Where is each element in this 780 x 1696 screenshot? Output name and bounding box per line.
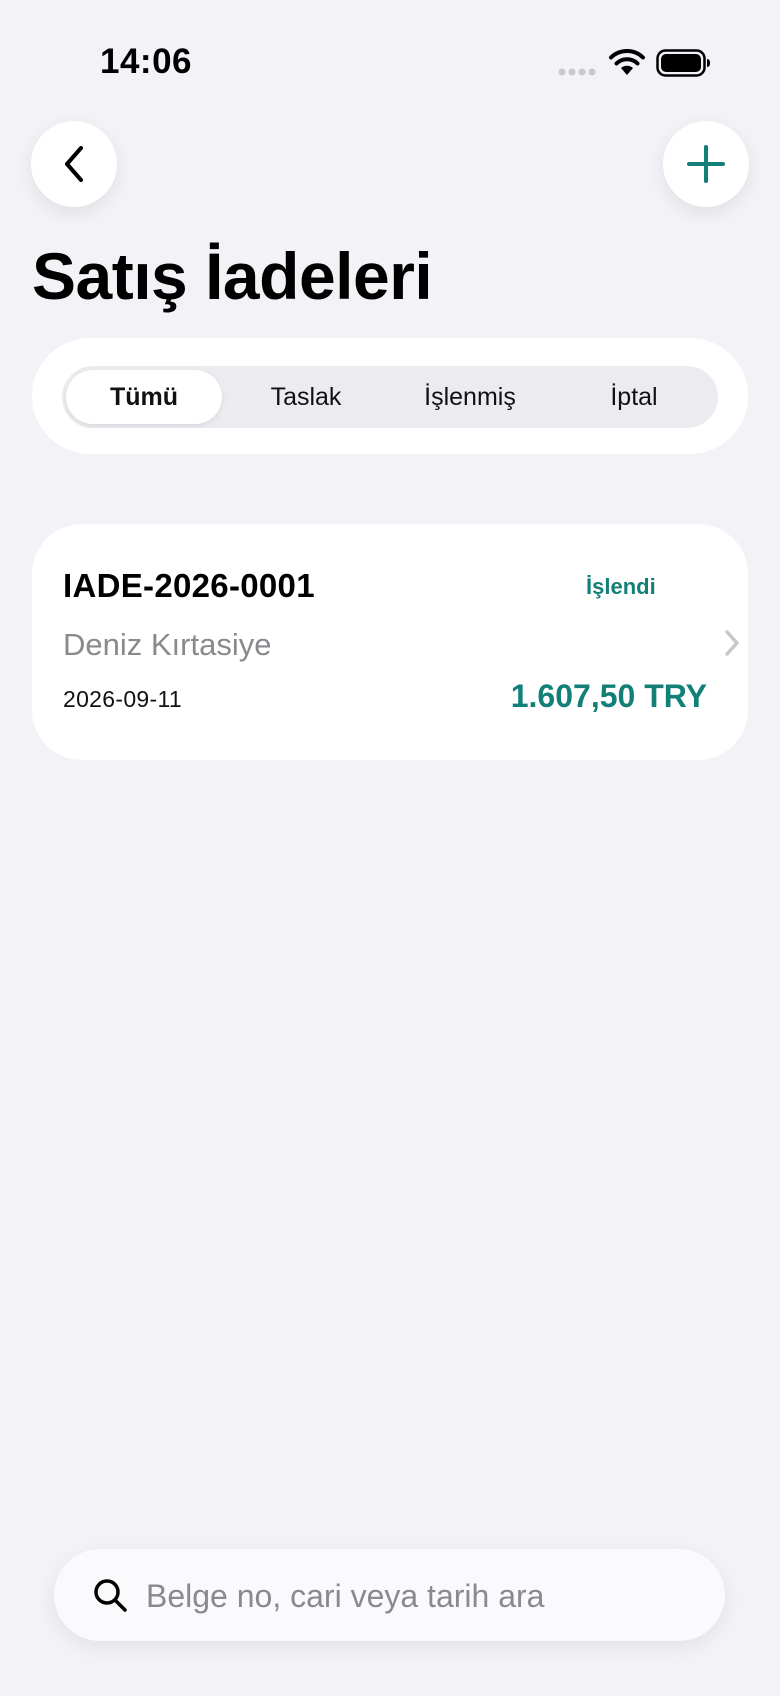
return-amount: 1.607,50 TRY bbox=[510, 678, 707, 714]
cellular-signal-icon bbox=[558, 68, 596, 76]
filter-card: Tümü Taslak İşlenmiş İptal bbox=[32, 338, 748, 454]
return-list-item[interactable]: IADE-2026-0001 İşlendi Deniz Kırtasiye 2… bbox=[32, 524, 748, 760]
document-number: IADE-2026-0001 bbox=[63, 567, 315, 604]
wifi-icon bbox=[609, 49, 645, 75]
tab-cancelled[interactable]: İptal bbox=[556, 370, 712, 424]
page-title: Satış İadeleri bbox=[32, 239, 433, 313]
back-button[interactable] bbox=[31, 121, 117, 207]
add-button[interactable] bbox=[663, 121, 749, 207]
customer-name: Deniz Kırtasiye bbox=[63, 627, 272, 662]
tab-all[interactable]: Tümü bbox=[66, 370, 222, 424]
status-badge: İşlendi bbox=[586, 574, 656, 599]
chevron-right-icon bbox=[725, 630, 739, 656]
search-input[interactable] bbox=[144, 1567, 708, 1625]
chevron-left-icon bbox=[65, 146, 83, 182]
status-time: 14:06 bbox=[100, 42, 193, 81]
search-bar[interactable] bbox=[54, 1549, 725, 1641]
document-date: 2026-09-11 bbox=[63, 686, 182, 712]
status-bar: 14:06 bbox=[0, 0, 780, 120]
search-icon bbox=[94, 1579, 127, 1612]
status-filter-segmented-control: Tümü Taslak İşlenmiş İptal bbox=[62, 366, 718, 428]
battery-icon bbox=[656, 49, 710, 77]
tab-draft[interactable]: Taslak bbox=[228, 370, 384, 424]
plus-icon bbox=[687, 145, 725, 183]
tab-processed[interactable]: İşlenmiş bbox=[392, 370, 548, 424]
